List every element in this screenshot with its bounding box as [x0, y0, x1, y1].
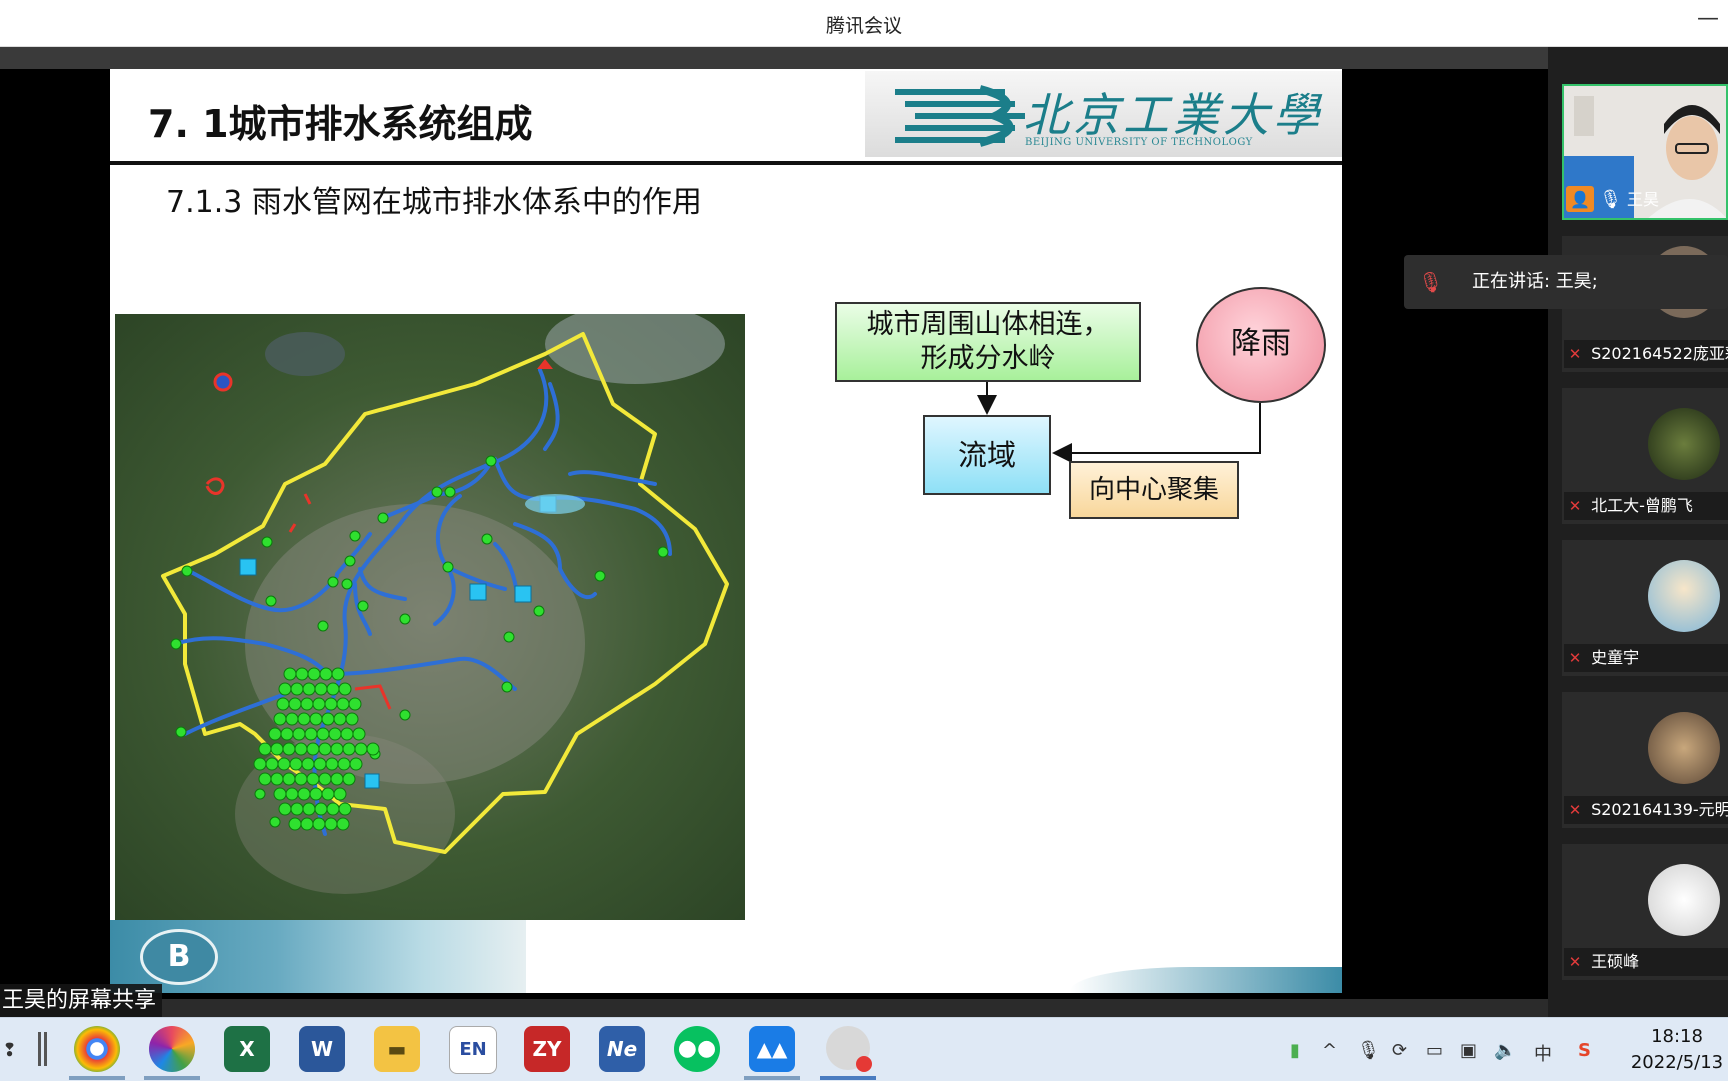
active-app-indicator — [69, 1076, 125, 1080]
volume-icon[interactable]: 🔈 — [1494, 1040, 1516, 1061]
taskbar-divider — [44, 1032, 47, 1066]
watershed-divide-line1: 城市周围山体相连， — [866, 309, 1110, 340]
word-icon[interactable]: W — [299, 1026, 345, 1072]
speaking-text: 正在讲话: 王昊; — [1472, 271, 1598, 292]
participant-namebar: ✕ 王硕峰 — [1564, 948, 1728, 976]
clock-time: 18:18 — [1651, 1026, 1703, 1047]
window-titlebar: 腾讯会议 — — [0, 0, 1728, 47]
sogou-ime-icon[interactable]: S — [1578, 1040, 1591, 1061]
mic-on-icon: 🎙 — [1599, 189, 1622, 210]
sync-icon[interactable]: ⟳ — [1392, 1040, 1407, 1061]
avatar — [1648, 712, 1720, 784]
mic-muted-icon: ✕ — [1568, 345, 1582, 363]
endnote-icon[interactable]: EN — [449, 1026, 497, 1074]
mic-muted-icon: ✕ — [1568, 801, 1582, 819]
clock-date: 2022/5/13 — [1630, 1052, 1724, 1073]
file-explorer-icon[interactable]: ▬ — [374, 1026, 420, 1072]
participant-tile[interactable]: ✕ 史童宇 — [1562, 540, 1728, 676]
mic-muted-icon: ✕ — [1568, 497, 1582, 515]
minimize-icon[interactable]: — — [1696, 8, 1720, 36]
ime-indicator[interactable]: 中 — [1534, 1040, 1552, 1066]
participant-namebar: ✕ S202164522庞亚彩 — [1564, 340, 1728, 368]
basin-box: 流域 — [923, 415, 1051, 495]
watershed-divide-line2: 形成分水岭 — [920, 343, 1056, 374]
network-icon[interactable]: ▣ — [1460, 1040, 1477, 1061]
participant-name: S202164139-元明 — [1591, 800, 1728, 819]
avatar — [1648, 560, 1720, 632]
avatar — [1648, 864, 1720, 936]
taskbar-divider — [38, 1032, 41, 1066]
flow-diagram-connectors — [977, 382, 1261, 463]
watershed-divide-box: 城市周围山体相连， 形成分水岭 — [835, 302, 1141, 382]
photos-icon[interactable] — [149, 1026, 195, 1072]
active-app-indicator — [820, 1076, 876, 1080]
active-app-indicator — [744, 1076, 800, 1080]
participant-name: 王昊 — [1627, 190, 1660, 209]
participant-tile[interactable]: ✕ 北工大-曾鹏飞 — [1562, 388, 1728, 524]
toolbar-strip — [0, 47, 1548, 69]
participant-name: 史童宇 — [1591, 648, 1640, 667]
participant-tile[interactable]: ✕ S202164139-元明 — [1562, 692, 1728, 828]
avatar — [1648, 408, 1720, 480]
obs-icon[interactable] — [826, 1026, 872, 1072]
recording-dot-icon — [856, 1056, 872, 1072]
participant-namebar: 👤 🎙 王昊 — [1566, 186, 1726, 214]
mic-muted-icon: ✕ — [1568, 649, 1582, 667]
system-clock[interactable]: 18:18 2022/5/13 — [1630, 1024, 1724, 1076]
rainfall-circle: 降雨 — [1196, 287, 1326, 403]
usb-icon[interactable]: ▮ — [1290, 1040, 1300, 1061]
participant-name: S202164522庞亚彩 — [1591, 344, 1728, 363]
tray-expand-icon[interactable]: ^ — [1322, 1040, 1337, 1061]
participant-tile[interactable]: ✕ 王硕峰 — [1562, 844, 1728, 980]
participant-tile-active[interactable]: 👤 🎙 王昊 — [1562, 84, 1728, 220]
tencent-meeting-icon[interactable]: ▲▲ — [749, 1026, 795, 1072]
window-title: 腾讯会议 — [825, 15, 902, 37]
wechat-icon[interactable]: ●● — [674, 1026, 720, 1072]
screen-share-label: 王昊的屏幕共享 — [0, 984, 163, 1018]
participant-name: 北工大-曾鹏飞 — [1591, 496, 1693, 515]
converge-box: 向中心聚集 — [1069, 461, 1239, 519]
windows-taskbar: ❢ X W ▬ EN ZY Ne ●● ▲▲ ▮ ^ 🎙 ⟳ ▭ ▣ 🔈 中 S… — [0, 1017, 1728, 1081]
microphone-icon[interactable]: 🎙 — [1357, 1040, 1380, 1061]
mic-muted-icon: 🎙 — [1418, 270, 1444, 294]
participant-namebar: ✕ S202164139-元明 — [1564, 796, 1728, 824]
active-app-indicator — [144, 1076, 200, 1080]
speaking-indicator: 🎙 正在讲话: 王昊; — [1404, 255, 1728, 309]
chrome-icon[interactable] — [74, 1026, 120, 1072]
participant-namebar: ✕ 史童宇 — [1564, 644, 1728, 672]
mic-muted-icon: ✕ — [1568, 953, 1582, 971]
battery-icon[interactable]: ▭ — [1426, 1040, 1443, 1061]
noteexpress-icon[interactable]: Ne — [599, 1026, 645, 1072]
zy-app-icon[interactable]: ZY — [524, 1026, 570, 1072]
host-icon: 👤 — [1566, 186, 1594, 212]
excel-icon[interactable]: X — [224, 1026, 270, 1072]
participant-name: 王硕峰 — [1591, 952, 1640, 971]
taskbar-overflow-icon[interactable]: ❢ — [2, 1040, 17, 1061]
participant-namebar: ✕ 北工大-曾鹏飞 — [1564, 492, 1728, 520]
presentation-slide: 7. 1城市排水系统组成 北京工業大學 BEIJING UNIVERSITY O… — [110, 69, 1342, 993]
